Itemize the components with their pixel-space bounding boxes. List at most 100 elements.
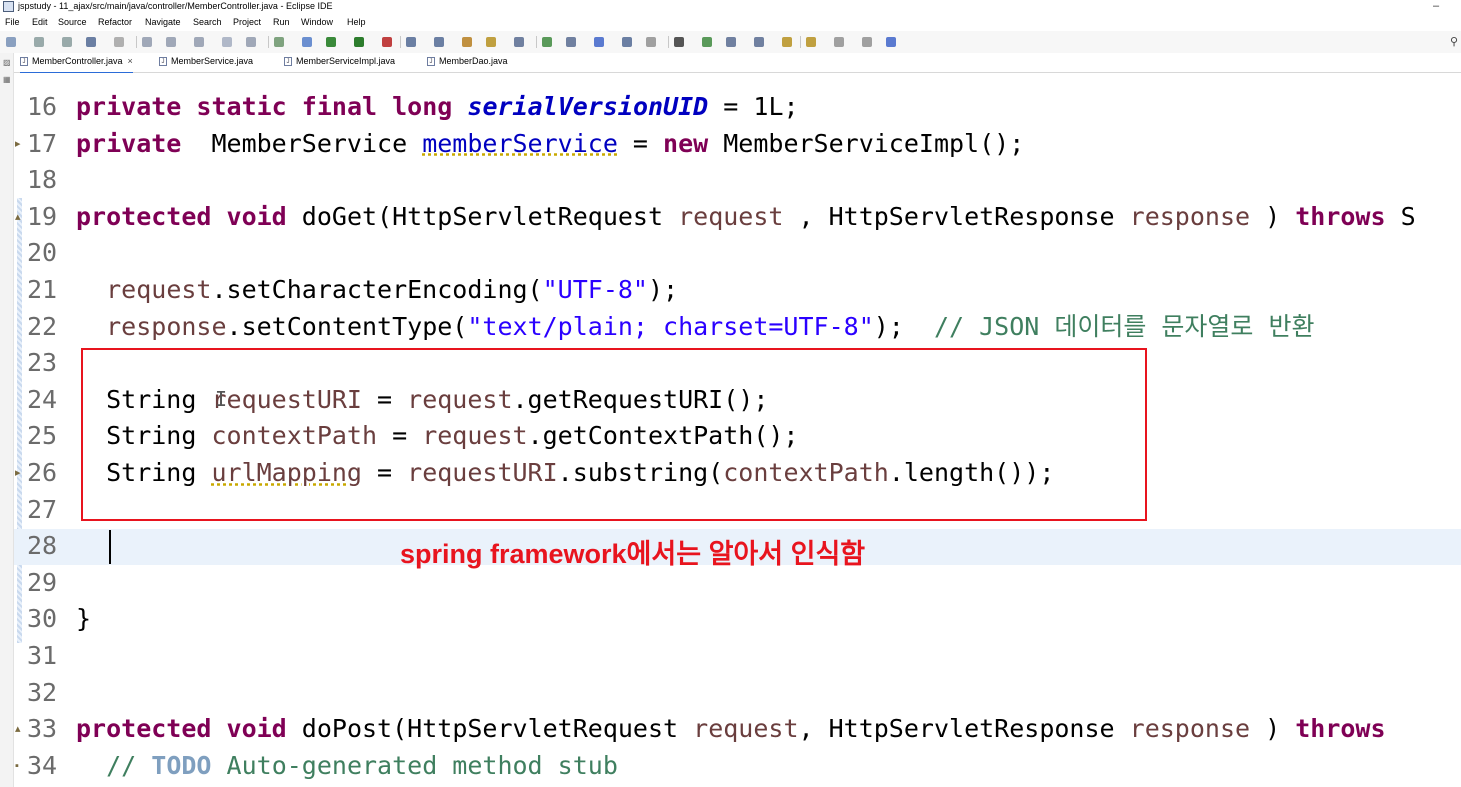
menu-edit[interactable]: Edit [32,17,48,27]
toolbar-button[interactable] [194,37,204,47]
line-number: 32 [27,677,58,707]
tab-memberservice[interactable]: J MemberService.java [159,56,253,72]
toolbar-button[interactable] [434,37,444,47]
code-line: 18 [14,162,1461,198]
toolbar-separator [136,36,137,48]
code-text: request.setCharacterEncoding("UTF-8"); [106,275,679,304]
toolbar-button[interactable] [274,37,284,47]
line-number: 26 [27,458,58,487]
line-number: 17 [27,128,58,158]
toolbar-button[interactable] [834,37,844,47]
line-number: 20 [27,238,58,268]
line-number: 25 [27,421,58,451]
menu-search[interactable]: Search [193,17,222,27]
toolbar-button[interactable] [726,37,736,47]
tab-label: MemberDao.java [439,56,508,66]
toolbar-button[interactable] [86,37,96,47]
toolbar-button[interactable] [622,37,632,47]
tab-memberdao[interactable]: J MemberDao.java [427,56,508,72]
marker-icon[interactable]: ▴ [15,711,21,747]
toolbar-button[interactable] [114,37,124,47]
minimize-button[interactable]: – [1428,0,1444,12]
menu-source[interactable]: Source [58,17,87,27]
toolbar-button[interactable] [6,37,16,47]
toolbar-button[interactable] [34,37,44,47]
text-caret [109,530,111,564]
menu-help[interactable]: Help [347,17,366,27]
menu-file[interactable]: File [5,17,20,27]
menu-bar: File Edit Source Refactor Navigate Search Proj… [0,15,1461,31]
line-number: 24 [27,384,58,414]
line-number: 21 [27,275,58,304]
package-explorer-icon[interactable]: ▦ [3,75,11,84]
code-text: response.setContentType("text/plain; cha… [106,311,1315,341]
toolbar-button[interactable] [702,37,712,47]
close-tab-icon[interactable]: × [128,56,133,66]
toolbar-button[interactable] [142,37,152,47]
toolbar-button[interactable] [806,37,816,47]
marker-icon[interactable]: ▸ [15,126,21,162]
code-text: } [76,604,92,634]
marker-icon[interactable]: ▸ [15,455,21,491]
tab-label: MemberController.java [32,56,123,66]
toolbar-button[interactable] [246,37,256,47]
menu-window[interactable]: Window [301,17,333,27]
toolbar-button[interactable] [566,37,576,47]
toolbar-button[interactable] [646,37,656,47]
code-line: 16 private static final long serialVersio… [14,89,1461,125]
marker-icon[interactable]: ▴ [15,199,21,235]
java-file-icon: J [20,57,28,67]
tab-membercontroller[interactable]: J MemberController.java × [20,56,133,74]
toolbar-button[interactable] [594,37,604,47]
toolbar-button[interactable] [542,37,552,47]
menu-navigate[interactable]: Navigate [145,17,181,27]
java-file-icon: J [427,57,435,67]
toolbar-button[interactable] [886,37,896,47]
toolbar-button[interactable] [326,37,336,47]
marker-icon[interactable]: ▪ [15,748,19,784]
toolbar-button[interactable] [754,37,764,47]
toolbar-button[interactable] [674,37,684,47]
toolbar-button[interactable] [354,37,364,47]
toolbar-button[interactable] [406,37,416,47]
line-number: 23 [27,348,58,378]
tab-memberserviceimpl[interactable]: J MemberServiceImpl.java [284,56,395,72]
toolbar-button[interactable] [782,37,792,47]
code-line: 30} [14,601,1461,637]
toolbar-button[interactable] [62,37,72,47]
menu-project[interactable]: Project [233,17,261,27]
java-file-icon: J [159,57,167,67]
toolbar-button[interactable] [382,37,392,47]
toolbar-button[interactable] [486,37,496,47]
line-number: 31 [27,641,58,670]
code-text: protected void doGet(HttpServletRequest … [76,201,1416,231]
code-text: // TODO Auto-generated method stub [76,750,618,780]
window-title: jspstudy - 11_ajax/src/main/java/control… [18,1,333,11]
toolbar-separator [536,36,537,48]
menu-refactor[interactable]: Refactor [98,17,132,27]
search-icon[interactable]: ⚲ [1450,35,1458,48]
code-text: protected void doPost(HttpServletRequest… [76,714,1386,744]
line-number: 33 [27,714,58,744]
menu-run[interactable]: Run [273,17,290,27]
restore-icon[interactable]: ▨ [3,58,11,67]
code-line: ▴ 19 protected void doGet(HttpServletReque… [14,199,1461,235]
code-text: private MemberService memberService = ne… [76,128,1025,158]
code-line: 21 request.setCharacterEncoding("UTF-8")… [14,272,1461,308]
toolbar-button[interactable] [222,37,232,47]
line-number: 22 [27,311,58,341]
toolbar-button[interactable] [166,37,176,47]
line-number: 18 [27,165,58,195]
editor-tab-bar: J MemberController.java × J MemberService.ja… [14,53,1461,74]
mouse-ibeam-cursor: I [215,387,228,411]
toolbar-button[interactable] [462,37,472,47]
java-file-icon: J [284,57,292,67]
code-line: 22 response.setContentType("text/plain; … [14,309,1461,345]
toolbar-button[interactable] [862,37,872,47]
tab-label: MemberServiceImpl.java [296,56,396,66]
line-number: 19 [27,201,58,231]
title-bar: jspstudy - 11_ajax/src/main/java/control… [0,0,1461,15]
toolbar-button[interactable] [514,37,524,47]
main-toolbar: ⚲ [0,31,1461,53]
toolbar-button[interactable] [302,37,312,47]
